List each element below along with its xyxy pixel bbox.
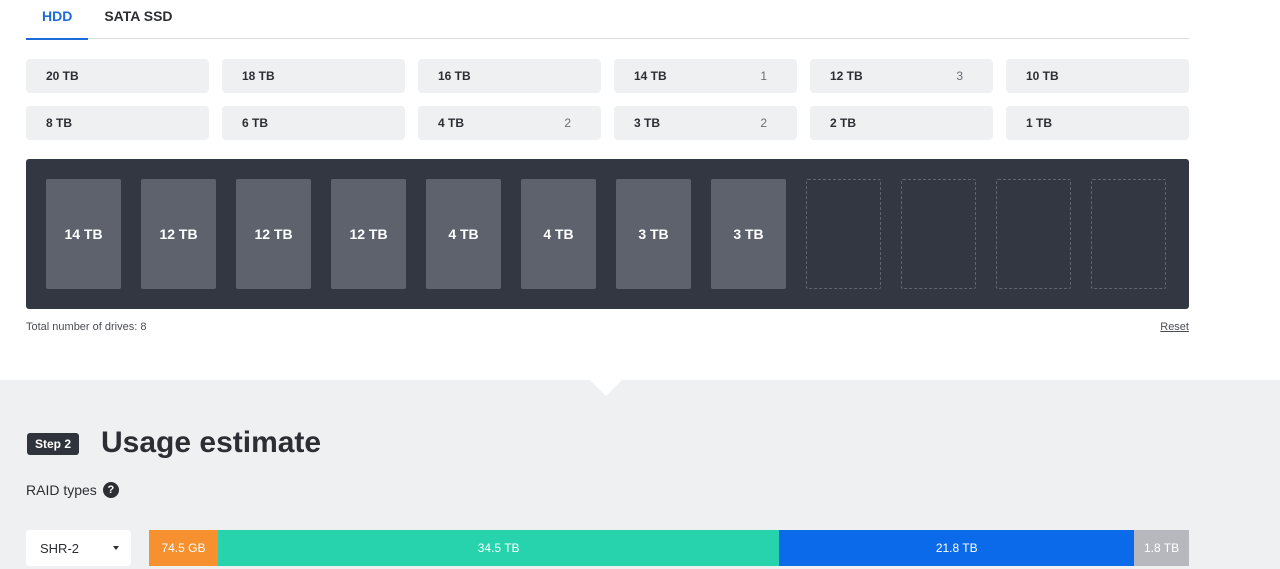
- capacity-label: 12 TB: [830, 69, 863, 83]
- drive-slot-filled[interactable]: 3 TB: [711, 179, 786, 289]
- capacity-label: 14 TB: [634, 69, 667, 83]
- capacity-count: 3: [956, 69, 963, 83]
- capacity-label: 3 TB: [634, 116, 661, 130]
- drive-type-tabs: HDD SATA SSD: [26, 0, 1189, 40]
- capacity-label: 16 TB: [438, 69, 471, 83]
- drive-slot-filled[interactable]: 12 TB: [236, 179, 311, 289]
- capacity-button[interactable]: 20 TB: [26, 59, 209, 93]
- section-title: Usage estimate: [101, 426, 322, 459]
- capacity-label: 8 TB: [46, 116, 73, 130]
- capacity-button[interactable]: 12 TB 3: [810, 59, 993, 93]
- capacity-label: 4 TB: [438, 116, 465, 130]
- capacity-count: 1: [760, 69, 767, 83]
- capacity-button[interactable]: 4 TB 2: [418, 106, 601, 140]
- capacity-label: 6 TB: [242, 116, 269, 130]
- reset-link[interactable]: Reset: [1160, 321, 1189, 333]
- drive-bay: 14 TB 12 TB 12 TB 12 TB 4 TB 4 TB 3 TB 3 TB: [26, 159, 1189, 309]
- capacity-label: 20 TB: [46, 69, 79, 83]
- raid-types-label: RAID types ?: [26, 482, 119, 498]
- drive-slot-filled[interactable]: 4 TB: [521, 179, 596, 289]
- capacity-button[interactable]: 8 TB: [26, 106, 209, 140]
- drive-slot-empty: [901, 179, 976, 289]
- raid-types-text: RAID types: [26, 482, 97, 498]
- usage-segment: 21.8 TB: [779, 530, 1135, 566]
- capacity-label: 1 TB: [1026, 116, 1053, 130]
- capacity-button[interactable]: 18 TB: [222, 59, 405, 93]
- raid-selected-value: SHR-2: [40, 540, 80, 556]
- capacity-button[interactable]: 6 TB: [222, 106, 405, 140]
- usage-segment: 34.5 TB: [217, 530, 780, 566]
- drive-slot-filled[interactable]: 3 TB: [616, 179, 691, 289]
- step-badge: Step 2: [27, 433, 80, 455]
- drive-slot-empty: [996, 179, 1071, 289]
- total-drives-text: Total number of drives: 8: [26, 321, 147, 333]
- tab-sata-ssd[interactable]: SATA SSD: [88, 0, 188, 39]
- question-circle-icon[interactable]: ?: [102, 482, 119, 498]
- capacity-button[interactable]: 16 TB: [418, 59, 601, 93]
- drive-slot-empty: [806, 179, 881, 289]
- capacity-count: 2: [760, 116, 767, 130]
- capacity-button[interactable]: 3 TB 2: [614, 106, 797, 140]
- drive-slot-filled[interactable]: 12 TB: [331, 179, 406, 289]
- capacity-grid: 20 TB 18 TB 16 TB 14 TB 1 12 TB 3 10 TB 8 TB 6 TB…: [26, 59, 1189, 140]
- capacity-button[interactable]: 2 TB: [810, 106, 993, 140]
- capacity-count: 2: [564, 116, 571, 130]
- usage-bar: 74.5 GB 34.5 TB 21.8 TB 1.8 TB: [149, 530, 1189, 566]
- tab-hdd[interactable]: HDD: [26, 0, 89, 40]
- drive-slot-empty: [1091, 179, 1166, 289]
- capacity-button[interactable]: 10 TB: [1006, 59, 1189, 93]
- raid-type-select[interactable]: SHR-2: [26, 530, 131, 566]
- capacity-button[interactable]: 14 TB 1: [614, 59, 797, 93]
- usage-segment: 1.8 TB: [1134, 530, 1189, 566]
- caret-down-icon: [113, 546, 119, 550]
- drive-slot-filled[interactable]: 4 TB: [426, 179, 501, 289]
- section-notch: [590, 380, 622, 396]
- capacity-label: 10 TB: [1026, 69, 1059, 83]
- capacity-label: 18 TB: [242, 69, 275, 83]
- capacity-label: 2 TB: [830, 116, 857, 130]
- capacity-button[interactable]: 1 TB: [1006, 106, 1189, 140]
- drive-slot-filled[interactable]: 14 TB: [46, 179, 121, 289]
- usage-segment: 74.5 GB: [149, 530, 218, 566]
- drive-slot-filled[interactable]: 12 TB: [141, 179, 216, 289]
